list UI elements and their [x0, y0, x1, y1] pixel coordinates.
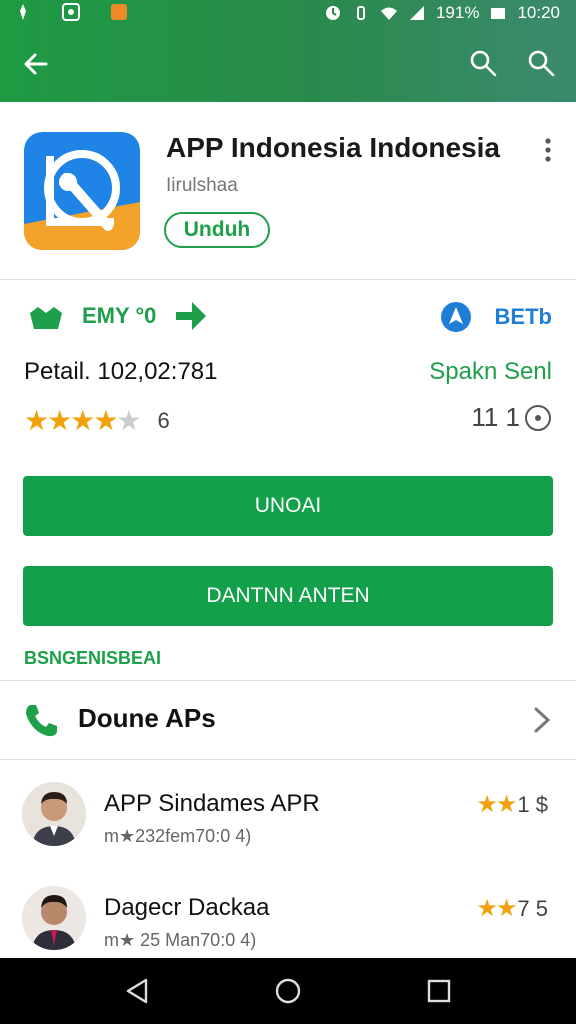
location-icon [440, 302, 471, 332]
data-saver-icon [325, 6, 340, 20]
back-arrow-icon[interactable] [20, 48, 52, 80]
wifi-icon [380, 7, 397, 20]
clock: 10:20 [517, 3, 560, 22]
detail-label: Petail. 102,02:781 [24, 358, 218, 385]
avatar [22, 782, 86, 846]
section-link[interactable]: BSNGENISBEAI [24, 648, 161, 669]
rating-row: ★★★★★ 6 [24, 404, 170, 437]
search-icon[interactable] [468, 48, 498, 78]
app-title: APP Indonesia Indonesia [166, 132, 501, 163]
review-meta: m★ 25 Man70:0 4) [104, 930, 257, 950]
review-rating: ★★ 1 $ [476, 790, 548, 819]
review-rating: ★★ 7 5 [476, 894, 548, 923]
secondary-action-button[interactable]: DANTNN ANTEN [23, 566, 553, 626]
battery-icon [491, 8, 506, 19]
avatar [22, 886, 86, 950]
top-bar: 191% 10:20 [0, 0, 576, 102]
app-bar [0, 34, 576, 94]
notification-icon [20, 4, 26, 20]
vibrate-icon [356, 6, 365, 20]
phone-icon [26, 705, 57, 737]
review-stars: ★★ [476, 791, 517, 818]
more-options-icon[interactable] [538, 136, 558, 164]
review-app-name: Dagecr Dackaa [104, 894, 270, 921]
nav-home-icon[interactable] [273, 976, 303, 1006]
badge-right: BETb [439, 300, 552, 334]
review-score: 1 $ [517, 791, 548, 817]
review-meta: m★232fem70:0 4) [104, 826, 252, 846]
similar-apps-label: Doune APs [78, 703, 216, 733]
stats-section: EMY °0 BETb Petail. 102,02:781 Spakn Sen… [0, 280, 576, 680]
install-pill-button[interactable]: Unduh [164, 212, 270, 248]
reviews-count: 11 1 [471, 402, 552, 433]
list-item[interactable]: APP Sindames APR m★232fem70:0 4) ★★ 1 $ [0, 780, 576, 870]
arrow-right-icon [176, 302, 207, 330]
reviews-text: 11 1 [471, 402, 520, 432]
review-score: 7 5 [517, 895, 548, 921]
signal-icon [409, 6, 424, 20]
detail-right-link[interactable]: Spakn Senl [429, 358, 552, 386]
app-notification-icon-2 [111, 4, 127, 20]
award-icon [30, 307, 62, 329]
badge-left-label: EMY °0 [82, 303, 157, 328]
badge-left: EMY °0 [28, 300, 208, 332]
info-icon [525, 404, 551, 431]
nav-recents-icon[interactable] [424, 976, 454, 1006]
review-app-name: APP Sindames APR [104, 790, 320, 817]
nav-back-icon[interactable] [122, 976, 152, 1006]
battery-percent: 191% [435, 3, 480, 22]
badge-right-label: BETb [494, 304, 552, 329]
similar-apps-row[interactable]: Doune APs [0, 680, 576, 760]
app-logo-icon [24, 132, 140, 250]
search-icon-secondary[interactable] [526, 48, 556, 78]
review-stars: ★★ [476, 895, 517, 922]
status-bar: 191% 10:20 [0, 0, 576, 28]
app-header: APP Indonesia Indonesia Iirulshaa Unduh [0, 102, 576, 280]
primary-action-button[interactable]: UNOAI [23, 476, 553, 536]
chevron-right-icon [534, 707, 551, 733]
system-nav-bar [0, 958, 576, 1024]
rating-count: 6 [157, 407, 170, 433]
app-notification-icon [62, 3, 80, 21]
app-developer[interactable]: Iirulshaa [166, 175, 238, 197]
rating-stars: ★★★★★ [24, 405, 142, 436]
